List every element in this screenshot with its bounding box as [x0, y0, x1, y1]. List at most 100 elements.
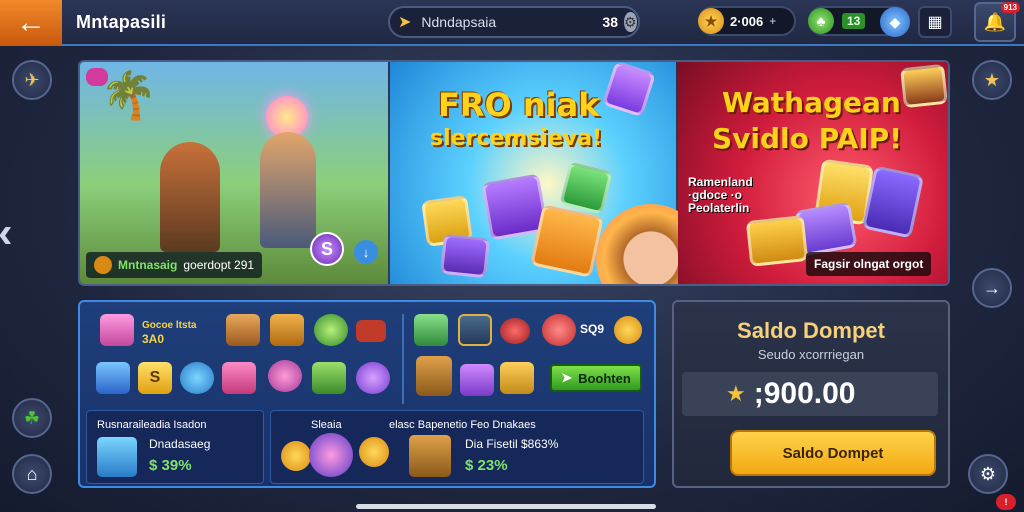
promo-banner[interactable]: 🌴 Mntnasaig goerdopt 291 S ↓ FRO niak sl… [78, 60, 950, 286]
green-orb-icon[interactable] [314, 314, 348, 346]
offer-title: Wathagean [722, 86, 901, 119]
offer-card-title: Rusnaraileadia Isadon [97, 419, 207, 431]
creature-icon[interactable] [312, 362, 346, 394]
wallet-balance: ★ ;900.00 [682, 372, 938, 416]
potion-icon[interactable] [268, 360, 302, 392]
clover-icon: ♣ [808, 8, 834, 34]
search-input[interactable] [421, 14, 603, 30]
pink-box-icon[interactable] [100, 314, 134, 346]
character-portrait-icon [97, 437, 137, 477]
home-button[interactable]: ⌂ [12, 454, 52, 494]
red-gem-icon[interactable] [542, 314, 576, 346]
coin-icon [359, 437, 389, 467]
gold-card-icon[interactable] [500, 362, 534, 394]
right-top-button[interactable]: ★ [972, 60, 1012, 100]
top-bar: ← Mntapasili ➤ 38 ⚙ ★ 2·006 + ♣ 13 ◆ ▦ 🔔… [0, 0, 1024, 46]
notification-badge: 913 [1000, 2, 1020, 13]
blue-orb-icon[interactable] [180, 362, 214, 394]
dog-character-icon[interactable] [416, 356, 452, 396]
coin-stack-icon [281, 441, 311, 471]
star-badge-icon: ★ [983, 69, 1001, 90]
coin-icon[interactable] [614, 316, 642, 344]
banner-panel-offer[interactable]: Wathagean Svidlo PAIP! Ramenland ·gdoce … [678, 62, 948, 284]
gem-value: 13 [842, 13, 866, 29]
chest-icon[interactable] [226, 314, 260, 346]
add-coins-icon[interactable]: + [769, 14, 776, 28]
hero-character [260, 132, 316, 248]
download-icon[interactable]: ↓ [354, 240, 378, 264]
banner-panel-event[interactable]: FRO niak slercemsieva! [390, 62, 706, 284]
grid-icon: ▦ [927, 14, 943, 31]
offer-card-subtitle: Dia Fisetil $863% [465, 437, 559, 451]
banner-panel-hero[interactable]: 🌴 Mntnasaig goerdopt 291 S ↓ [80, 62, 388, 284]
hero-avatar-icon [94, 256, 112, 274]
offer-description: Ramenland ·gdoce ·o Peolaterlin [688, 175, 753, 215]
settings-button[interactable]: ⚙ [968, 454, 1008, 494]
palm-tree-icon: 🌴 [100, 69, 158, 121]
red-ticket-icon[interactable] [356, 320, 386, 342]
star-icon: ★ [726, 381, 746, 406]
chevron-left-icon[interactable]: ‹ [0, 208, 13, 258]
card-tile-icon [440, 233, 490, 279]
item-value: 3A0 [142, 332, 165, 346]
offer-card-title: Sleaia [311, 419, 342, 431]
hero-character [160, 142, 220, 252]
offer-card[interactable]: Sleaia elasc Bapenetio Feo Dnakaes Dia F… [270, 410, 644, 484]
items-panel: Gocoe ltsta 3A0 SQ9 S ➤ Boohten Rusnarai… [78, 300, 656, 488]
paper-plane-icon: ➤ [398, 14, 412, 31]
event-subtitle: slercemsieva! [430, 126, 603, 151]
card-tile-icon [559, 161, 613, 215]
flower-icon[interactable] [356, 362, 390, 394]
candy-box-icon[interactable] [222, 362, 256, 394]
gear-icon: ⚙ [979, 463, 997, 484]
wallet-button[interactable]: Saldo Dompet [730, 430, 936, 476]
home-icon: ⌂ [26, 463, 38, 484]
search-bar[interactable]: ➤ 38 ⚙ [388, 6, 640, 38]
arrow-left-icon: ← [16, 6, 46, 39]
notification-button[interactable]: 🔔 913 [974, 2, 1020, 42]
divider [402, 314, 404, 404]
card-tile-icon [745, 215, 809, 267]
grid-menu-button[interactable]: ▦ [918, 6, 952, 38]
bag-icon[interactable] [270, 314, 304, 346]
s-coin-icon: S [310, 232, 344, 266]
purple-stack-icon[interactable] [460, 364, 494, 396]
search-count: 38 [602, 14, 618, 30]
offer-card-percent: $ 23% [465, 457, 508, 474]
star-card-icon[interactable] [458, 314, 492, 346]
gift-box-icon[interactable] [96, 362, 130, 394]
s-token-icon[interactable]: S [138, 362, 172, 394]
wallet-panel: Saldo Dompet Seudo xcorrriegan ★ ;900.00… [672, 300, 950, 488]
coin-value: 2·006 [730, 13, 764, 29]
left-mid-button[interactable]: ☘ [12, 398, 52, 438]
offer-tag: Fagsir olngat orgot [806, 252, 932, 276]
scrollbar[interactable] [356, 504, 656, 509]
boost-button[interactable]: ➤ Boohten [550, 364, 642, 392]
arrow-icon: ➤ [561, 370, 573, 385]
offer-card[interactable]: Rusnaraileadia Isadon Dnadasaeg $ 39% [86, 410, 264, 484]
page-title: Mntapasili [76, 12, 167, 32]
hero-tag: Mntnasaig [118, 258, 178, 272]
item-text: SQ9 [580, 322, 605, 336]
leaf-icon: ☘ [23, 407, 41, 428]
settings-badge-icon: ! [996, 494, 1016, 510]
back-button[interactable]: ← [0, 0, 62, 46]
bell-icon: 🔔 [983, 11, 1007, 32]
offer-card-subtitle: Dnadasaeg [149, 437, 211, 451]
cherries-icon[interactable] [500, 318, 530, 344]
wallet-balance-amount: ;900.00 [753, 377, 856, 410]
gem-balance[interactable]: ♣ 13 ◆ [808, 6, 910, 37]
next-banner-button[interactable]: → [972, 268, 1012, 308]
coin-balance[interactable]: ★ 2·006 + [698, 6, 796, 36]
card-tile-icon [530, 204, 604, 278]
blue-gem-icon[interactable]: ◆ [880, 7, 910, 37]
boost-button-label: Boohten [578, 370, 631, 386]
offer-card-title-2: elasc Bapenetio Feo Dnakaes [389, 419, 536, 431]
cash-stack-icon[interactable] [414, 314, 448, 346]
wallet-title: Saldo Dompet [737, 318, 885, 343]
offer-subtitle: Svidlo PAIP! [712, 122, 902, 155]
gear-icon[interactable]: ⚙ [623, 12, 637, 32]
item-label: Gocoe ltsta [142, 320, 197, 331]
left-top-button[interactable]: ✈ [12, 60, 52, 100]
orb-icon [309, 433, 353, 477]
